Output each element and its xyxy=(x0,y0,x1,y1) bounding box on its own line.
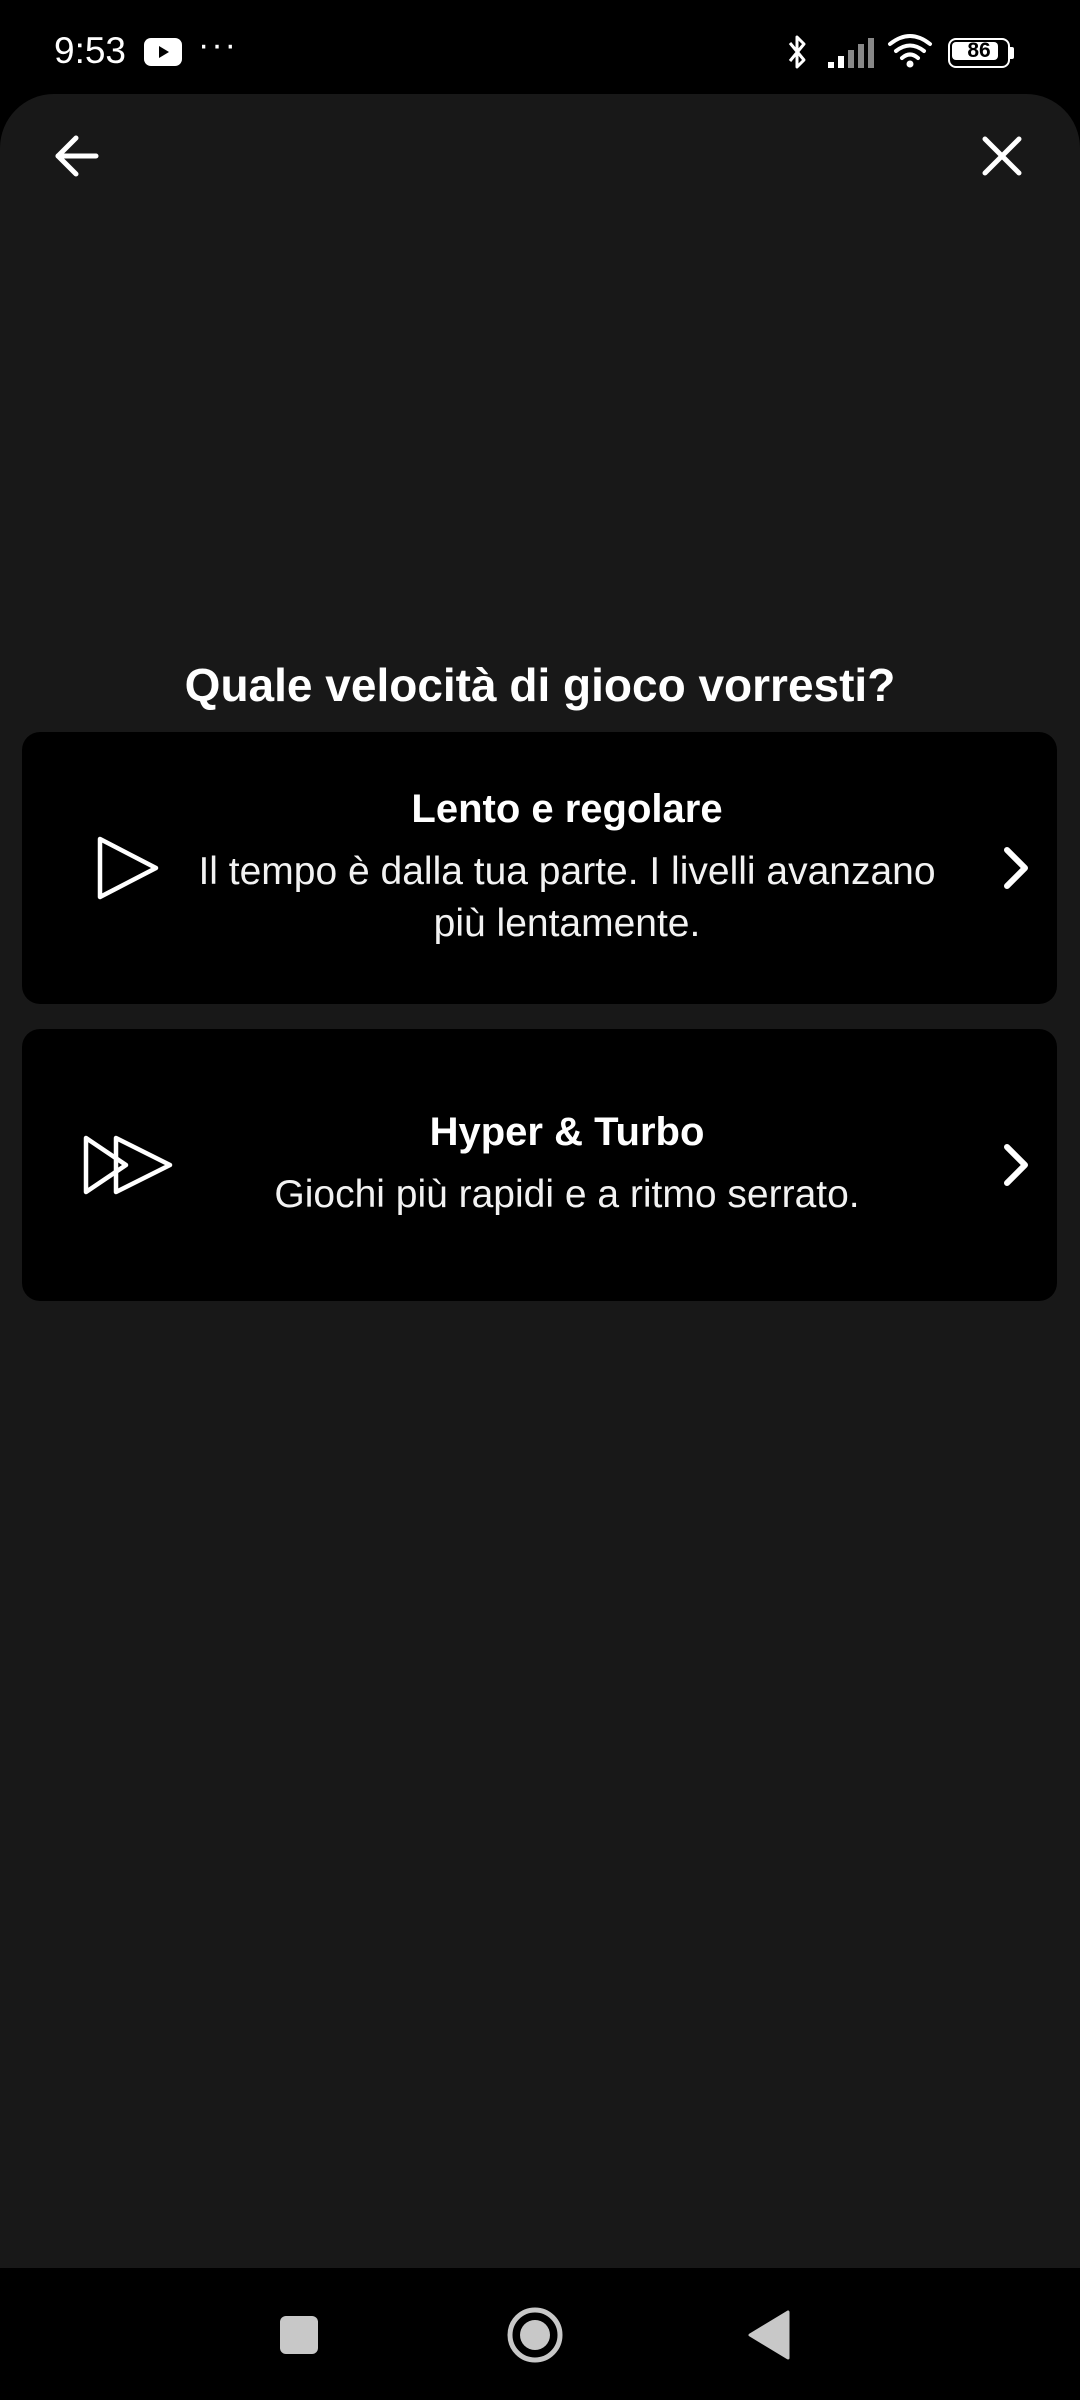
option-title: Hyper & Turbo xyxy=(429,1109,705,1154)
back-button[interactable] xyxy=(44,124,108,188)
youtube-icon xyxy=(144,38,182,71)
option-text: Hyper & Turbo Giochi più rapidi e a ritm… xyxy=(192,1029,942,1301)
signal-icon xyxy=(826,36,876,75)
battery-level: 86 xyxy=(967,39,991,62)
arrow-left-icon xyxy=(55,135,99,177)
system-navigation-bar xyxy=(0,2268,1080,2400)
fast-forward-icon xyxy=(80,1029,176,1301)
play-icon xyxy=(92,732,162,1004)
close-button[interactable] xyxy=(970,124,1034,188)
recents-button[interactable] xyxy=(278,2314,320,2361)
chevron-right-icon xyxy=(1001,1029,1031,1301)
bluetooth-icon xyxy=(784,32,812,77)
square-icon xyxy=(280,2316,318,2354)
system-back-button[interactable] xyxy=(746,2310,790,2365)
more-notifications-icon: ··· xyxy=(198,26,238,64)
option-slow-steady[interactable]: Lento e regolare Il tempo è dalla tua pa… xyxy=(22,732,1057,1004)
close-icon xyxy=(982,136,1022,176)
speed-selection-sheet: Quale velocità di gioco vorresti? Lento … xyxy=(0,94,1080,2268)
status-bar: 9:53 ··· 86 xyxy=(0,0,1080,94)
circle-icon xyxy=(507,2307,563,2363)
battery-icon: 86 xyxy=(948,38,1014,68)
wifi-icon xyxy=(886,32,934,75)
option-hyper-turbo[interactable]: Hyper & Turbo Giochi più rapidi e a ritm… xyxy=(22,1029,1057,1301)
page-title: Quale velocità di gioco vorresti? xyxy=(184,659,896,711)
option-description: Giochi più rapidi e a ritmo serrato. xyxy=(274,1172,860,1216)
home-button[interactable] xyxy=(506,2306,564,2369)
option-text: Lento e regolare Il tempo è dalla tua pa… xyxy=(192,732,942,1004)
triangle-back-icon xyxy=(748,2310,790,2360)
option-title: Lento e regolare xyxy=(411,786,723,831)
status-time: 9:53 xyxy=(54,30,127,71)
chevron-right-icon xyxy=(1001,732,1031,1004)
option-description: Il tempo è dalla tua parte. I livelli av… xyxy=(198,849,936,945)
